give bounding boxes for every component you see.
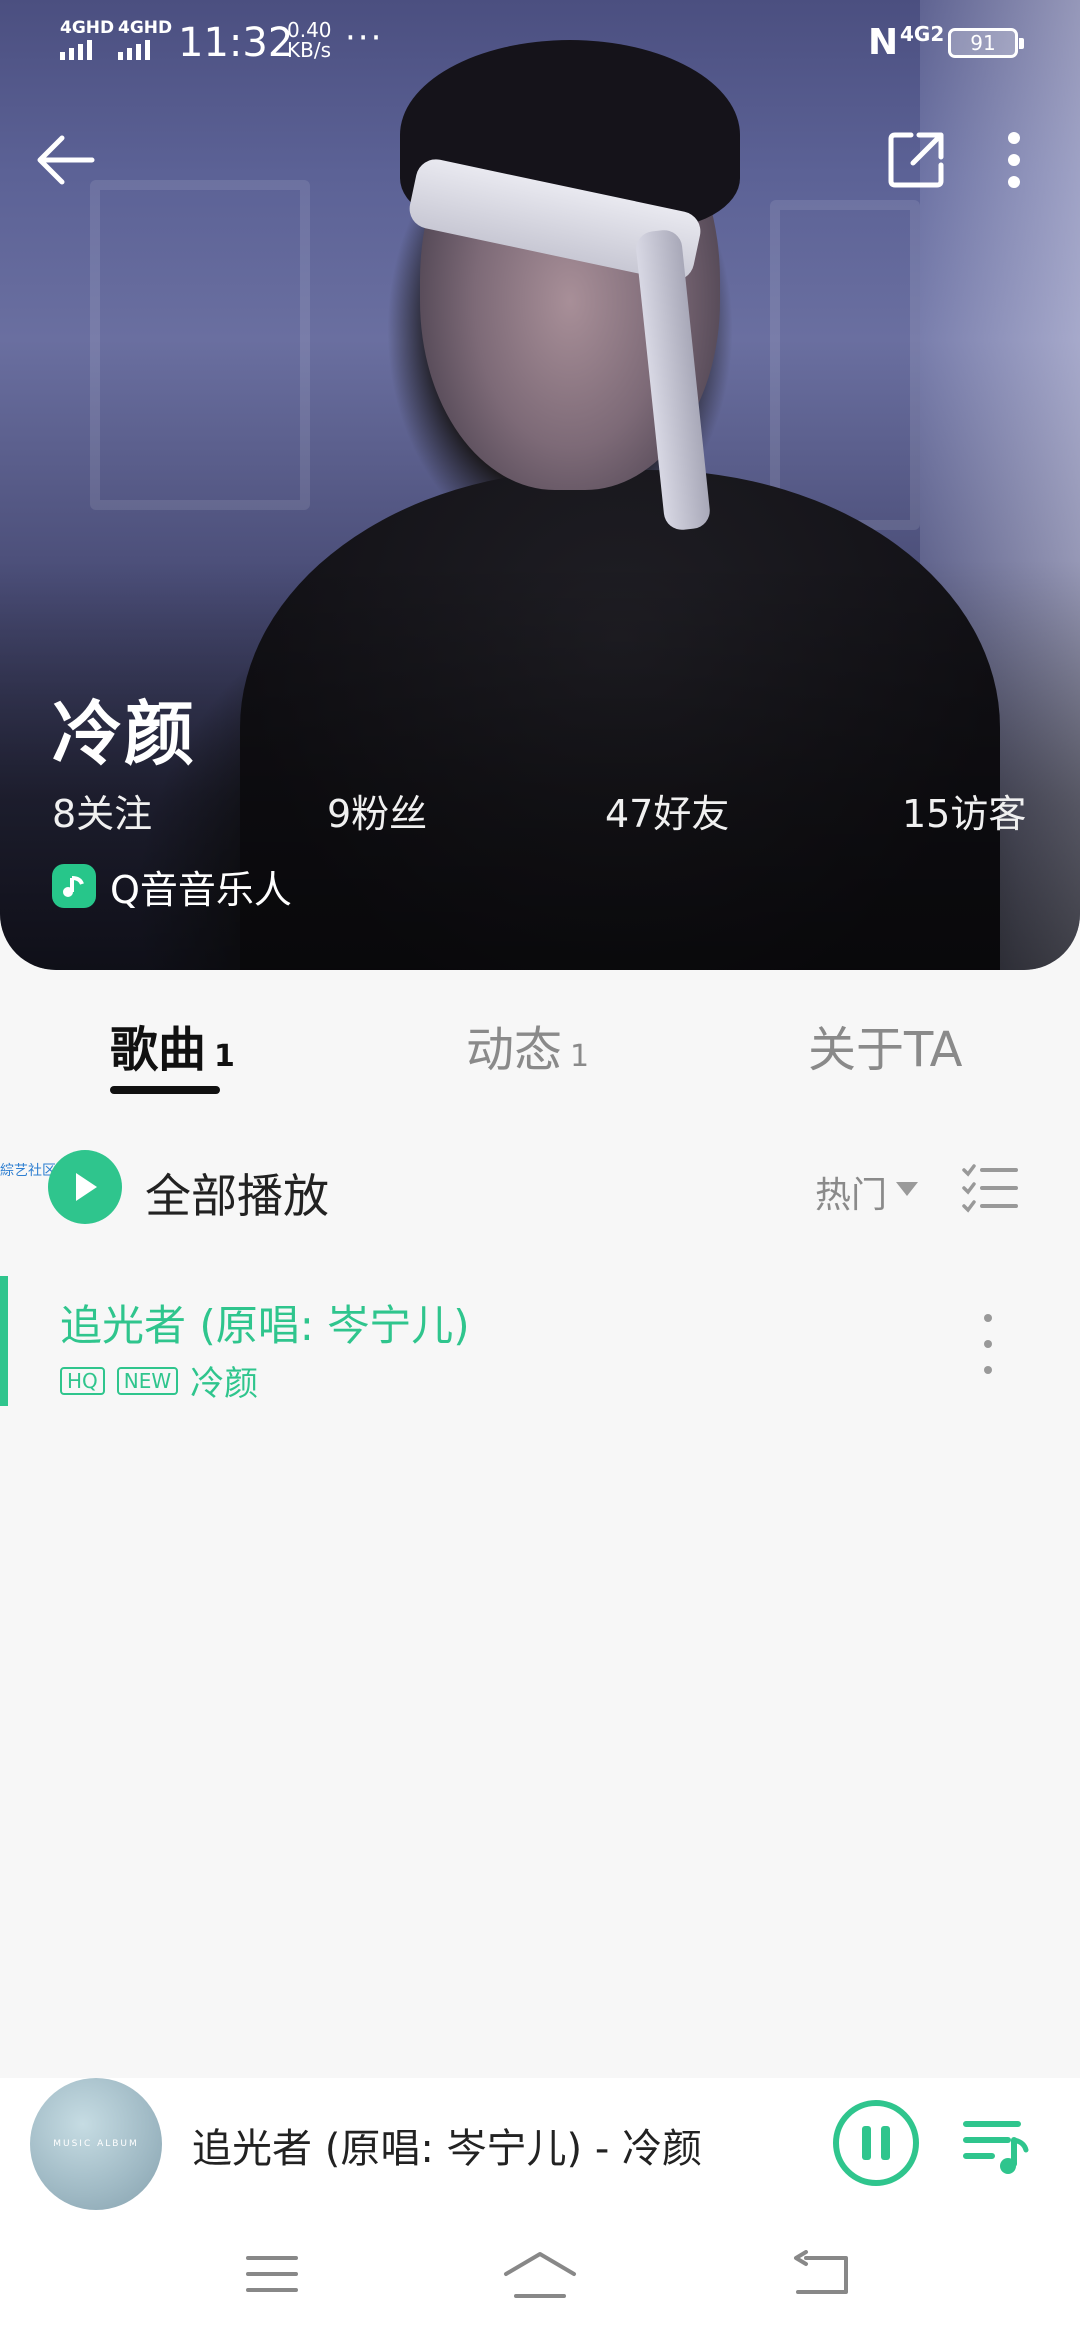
- stat-visitors[interactable]: 15访客: [902, 783, 1026, 838]
- tab-active-indicator: [110, 1086, 220, 1094]
- tab-songs-count: 1: [214, 1039, 235, 1074]
- album-cover[interactable]: MUSIC ALBUM: [30, 2078, 162, 2210]
- profile-name: 冷颜: [52, 693, 196, 775]
- signal-bars-1: [60, 38, 92, 60]
- play-all-label[interactable]: 全部播放: [145, 1160, 329, 1226]
- stat-friends[interactable]: 47好友: [605, 783, 729, 838]
- stat-fans[interactable]: 9粉丝: [327, 783, 427, 838]
- play-all-button[interactable]: [48, 1150, 122, 1224]
- network-speed: 0.40 KB/s: [287, 20, 332, 60]
- song-meta: HQ NEW 冷颜: [60, 1356, 258, 1405]
- more-vertical-icon[interactable]: [974, 120, 1054, 200]
- song-artist: 冷颜: [190, 1364, 259, 1404]
- new-badge: NEW: [116, 1366, 179, 1395]
- now-playing-indicator: [0, 1276, 8, 1406]
- music-note-icon: [52, 864, 96, 908]
- signal-bars-2: [118, 38, 150, 60]
- status-more-dots: ···: [345, 18, 384, 58]
- musician-badge[interactable]: Q音音乐人: [52, 862, 292, 912]
- stat-follow[interactable]: 8关注: [52, 783, 152, 838]
- tab-moments-label: 动态: [466, 1022, 563, 1078]
- song-list-item[interactable]: 追光者 (原唱: 岑宁儿) HQ NEW 冷颜: [0, 1270, 1080, 1410]
- song-more-icon[interactable]: [968, 1314, 1008, 1374]
- profile-stats: 8关注 9粉丝 47好友 15访客: [0, 783, 1080, 836]
- network-speed-value: 0.40: [287, 18, 332, 42]
- battery-icon: 91: [948, 28, 1024, 58]
- menu-icon[interactable]: [232, 2244, 312, 2304]
- hero-wall-panel: [770, 200, 920, 530]
- status-bar: 4GHD 4GHD 11:32 0.40 KB/s ··· N 4G2 91: [0, 0, 1080, 80]
- song-title: 追光者 (原唱: 岑宁儿): [60, 1301, 470, 1350]
- network-speed-unit: KB/s: [287, 38, 331, 62]
- tab-moments[interactable]: 动态 1: [466, 1010, 589, 1080]
- mini-player[interactable]: MUSIC ALBUM 追光者 (原唱: 岑宁儿) - 冷颜: [0, 2078, 1080, 2214]
- tab-about[interactable]: 关于TA: [808, 1010, 962, 1080]
- now-playing-title[interactable]: 追光者 (原唱: 岑宁儿) - 冷颜: [192, 2116, 702, 2174]
- tab-about-label: 关于TA: [808, 1022, 963, 1078]
- sort-dropdown[interactable]: 热门: [815, 1166, 887, 1218]
- playlist-queue-icon[interactable]: [962, 2116, 1030, 2176]
- chevron-down-icon[interactable]: [896, 1182, 918, 1196]
- profile-header-banner: 4GHD 4GHD 11:32 0.40 KB/s ··· N 4G2 91 冷…: [0, 0, 1080, 970]
- play-icon: [76, 1173, 97, 1201]
- signal-label-1: 4GHD: [60, 18, 115, 38]
- play-all-row: 綜艺社区 全部播放 热门: [0, 1140, 1080, 1236]
- musician-badge-label: Q音音乐人: [110, 867, 292, 912]
- signal-label-2: 4GHD: [118, 18, 173, 38]
- album-cover-text: MUSIC ALBUM: [53, 2139, 139, 2149]
- hero-wall-panel: [90, 180, 310, 510]
- home-icon[interactable]: [500, 2244, 580, 2304]
- tab-songs-label: 歌曲: [110, 1022, 207, 1078]
- back-arrow-icon[interactable]: [26, 120, 106, 200]
- battery-level: 91: [970, 31, 996, 55]
- tab-moments-count: 1: [570, 1039, 590, 1074]
- status-time: 11:32: [178, 20, 294, 66]
- nfc-icon: N: [868, 22, 899, 63]
- network-type-label: 4G2: [900, 22, 945, 46]
- system-navigation-bar: [0, 2214, 1080, 2340]
- multi-select-list-icon[interactable]: [962, 1162, 1018, 1214]
- pause-button[interactable]: [833, 2100, 919, 2186]
- tab-songs[interactable]: 歌曲 1: [110, 1010, 235, 1080]
- hq-badge: HQ: [60, 1366, 105, 1395]
- back-icon[interactable]: [782, 2244, 862, 2304]
- share-icon[interactable]: [876, 120, 956, 200]
- community-tag: 綜艺社区: [0, 1163, 56, 1179]
- profile-tabs: 歌曲 1 动态 1 关于TA: [0, 990, 1080, 1110]
